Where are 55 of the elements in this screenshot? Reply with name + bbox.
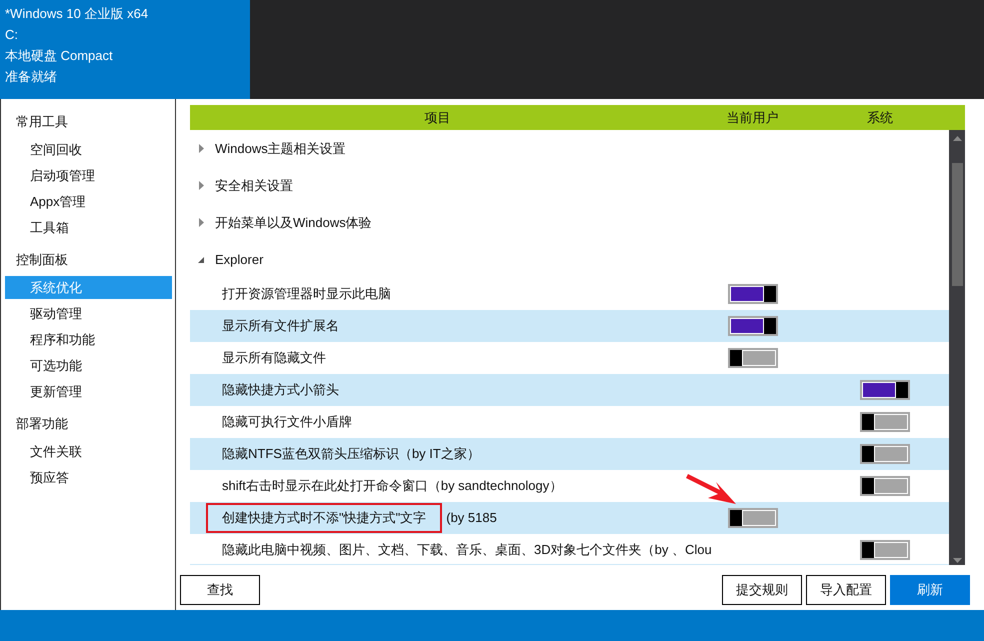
scroll-down-icon[interactable] (952, 558, 962, 563)
sidebar-heading: 常用工具 (15, 113, 69, 131)
scrollbar[interactable] (949, 130, 965, 565)
expand-icon[interactable] (198, 181, 205, 190)
setting-label: 显示所有隐藏文件 (222, 349, 326, 368)
sidebar-heading: 部署功能 (15, 415, 69, 433)
group-label[interactable]: 开始菜单以及Windows体验 (215, 212, 372, 232)
sidebar-item[interactable]: Appx管理 (5, 190, 172, 213)
setting-label: 显示所有文件扩展名 (222, 317, 339, 336)
toggle-switch[interactable] (860, 476, 910, 496)
setting-label: 隐藏NTFS蓝色双箭头压缩标识（by IT之家） (222, 445, 480, 464)
sidebar-item[interactable]: 可选功能 (5, 354, 172, 377)
status-text: C: (5, 26, 19, 44)
search-button[interactable]: 查找 (180, 575, 260, 605)
sidebar-item[interactable]: 文件关联 (5, 440, 172, 463)
toggle-switch[interactable] (728, 348, 778, 368)
status-text: 准备就绪 (5, 68, 58, 86)
sidebar-item[interactable]: 程序和功能 (5, 328, 172, 351)
column-header: 项目 (424, 108, 452, 127)
setting-label: 隐藏快捷方式小箭头 (222, 381, 339, 400)
toggle-switch[interactable] (728, 284, 778, 304)
action-button[interactable]: 提交规则 (722, 575, 802, 605)
toggle-switch[interactable] (860, 412, 910, 432)
toggle-switch[interactable] (860, 380, 910, 400)
group-label[interactable]: 安全相关设置 (215, 176, 293, 196)
sidebar-item[interactable]: 空间回收 (5, 138, 172, 161)
column-header: 当前用户 (726, 108, 780, 127)
status-text: 本地硬盘 Compact (5, 47, 114, 65)
setting-author: (by 5185 (446, 509, 497, 528)
setting-label: shift右击时显示在此处打开命令窗口（by sandtechnology） (222, 477, 562, 496)
setting-label: 隐藏可执行文件小盾牌 (222, 413, 352, 432)
collapse-icon[interactable] (198, 255, 205, 264)
action-button[interactable]: 刷新 (890, 575, 970, 605)
scrollbar-thumb[interactable] (952, 163, 962, 286)
toggle-switch[interactable] (860, 540, 910, 560)
setting-label: 隐藏此电脑中视频、图片、文档、下载、音乐、桌面、3D对象七个文件夹（by 、Clou (222, 541, 712, 560)
group-label[interactable]: Windows主题相关设置 (215, 138, 346, 158)
sidebar-item[interactable]: 预应答 (5, 466, 172, 489)
sidebar-item[interactable]: 更新管理 (5, 380, 172, 403)
toggle-switch[interactable] (728, 508, 778, 528)
status-text: *Windows 10 企业版 x64 (5, 5, 150, 23)
sidebar-item[interactable]: 工具箱 (5, 216, 172, 239)
sidebar-heading: 控制面板 (15, 251, 69, 269)
action-button[interactable]: 导入配置 (806, 575, 886, 605)
expand-icon[interactable] (198, 218, 205, 227)
sidebar-item[interactable]: 驱动管理 (5, 302, 172, 325)
expand-icon[interactable] (198, 144, 205, 153)
column-header: 系统 (866, 108, 894, 127)
group-label[interactable]: Explorer (215, 250, 264, 270)
toggle-switch[interactable] (860, 444, 910, 464)
toggle-switch[interactable] (728, 316, 778, 336)
setting-label: 打开资源管理器时显示此电脑 (222, 285, 391, 304)
setting-label: 创建快捷方式时不添"快捷方式"文字 (206, 503, 442, 533)
scroll-up-icon[interactable] (952, 136, 962, 141)
sidebar-item[interactable]: 启动项管理 (5, 164, 172, 187)
